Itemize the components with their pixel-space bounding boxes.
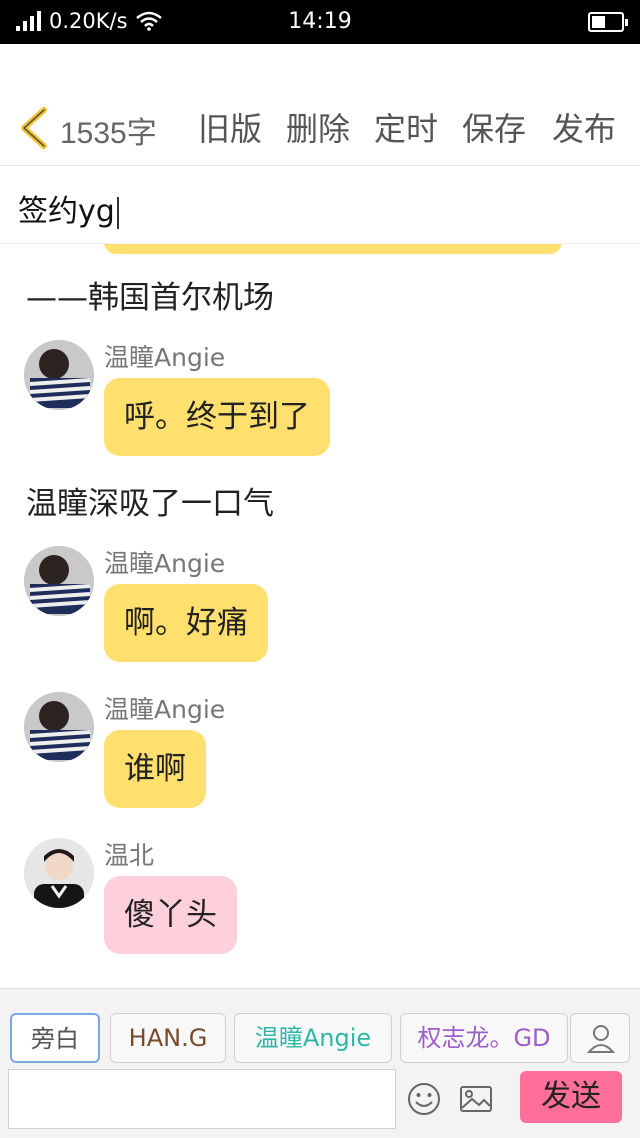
- status-bar: 0.20K/s 14:19: [0, 0, 640, 44]
- emoji-icon[interactable]: [406, 1081, 442, 1117]
- add-character-button[interactable]: [570, 1013, 630, 1063]
- sender-name: 温瞳Angie: [104, 549, 226, 578]
- title-input-value[interactable]: 签约yg: [18, 186, 119, 230]
- story-content[interactable]: ——韩国首尔机场 温瞳Angie 呼。终于到了 温瞳深吸了一口气 温瞳Angie…: [0, 244, 640, 988]
- message-bubble[interactable]: 呼。终于到了: [104, 378, 330, 456]
- message-bubble[interactable]: 傻丫头: [104, 876, 237, 954]
- title-field[interactable]: 签约yg: [0, 166, 640, 244]
- sender-name: 温北: [104, 841, 155, 870]
- message-input[interactable]: [8, 1069, 396, 1129]
- clock: 14:19: [288, 9, 352, 34]
- avatar: [24, 692, 94, 762]
- publish-button[interactable]: 发布: [552, 104, 616, 150]
- send-button[interactable]: 发送: [520, 1071, 622, 1123]
- message-bubble[interactable]: 谁啊: [104, 730, 206, 808]
- sender-name: 温瞳Angie: [104, 695, 226, 724]
- word-count: 1535字: [60, 117, 157, 150]
- schedule-button[interactable]: 定时: [374, 104, 438, 150]
- previous-bubble: [104, 244, 562, 254]
- user-icon: [586, 1025, 616, 1053]
- narration-line: 温瞳深吸了一口气: [26, 486, 274, 522]
- image-icon[interactable]: [458, 1081, 494, 1117]
- character-tab-hang[interactable]: HAN.G: [110, 1013, 226, 1063]
- composer-panel: 旁白 HAN.G 温瞳Angie 权志龙。GD 发送: [0, 988, 640, 1138]
- old-version-button[interactable]: 旧版: [198, 104, 262, 150]
- save-button[interactable]: 保存: [462, 104, 526, 150]
- delete-button[interactable]: 删除: [286, 104, 350, 150]
- sender-name: 温瞳Angie: [104, 343, 226, 372]
- message-bubble[interactable]: 啊。好痛: [104, 584, 268, 662]
- battery-icon: [588, 12, 628, 32]
- character-tab-narrator[interactable]: 旁白: [10, 1013, 100, 1063]
- character-tab-gd[interactable]: 权志龙。GD: [400, 1013, 568, 1063]
- back-chevron-icon[interactable]: [16, 106, 52, 150]
- character-tab-angie[interactable]: 温瞳Angie: [234, 1013, 392, 1063]
- editor-toolbar: 1535字 旧版 删除 定时 保存 发布: [0, 44, 640, 166]
- narration-line: ——韩国首尔机场: [26, 280, 274, 316]
- text-caret: [116, 196, 119, 229]
- avatar: [24, 340, 94, 410]
- avatar: [24, 838, 94, 908]
- avatar: [24, 546, 94, 616]
